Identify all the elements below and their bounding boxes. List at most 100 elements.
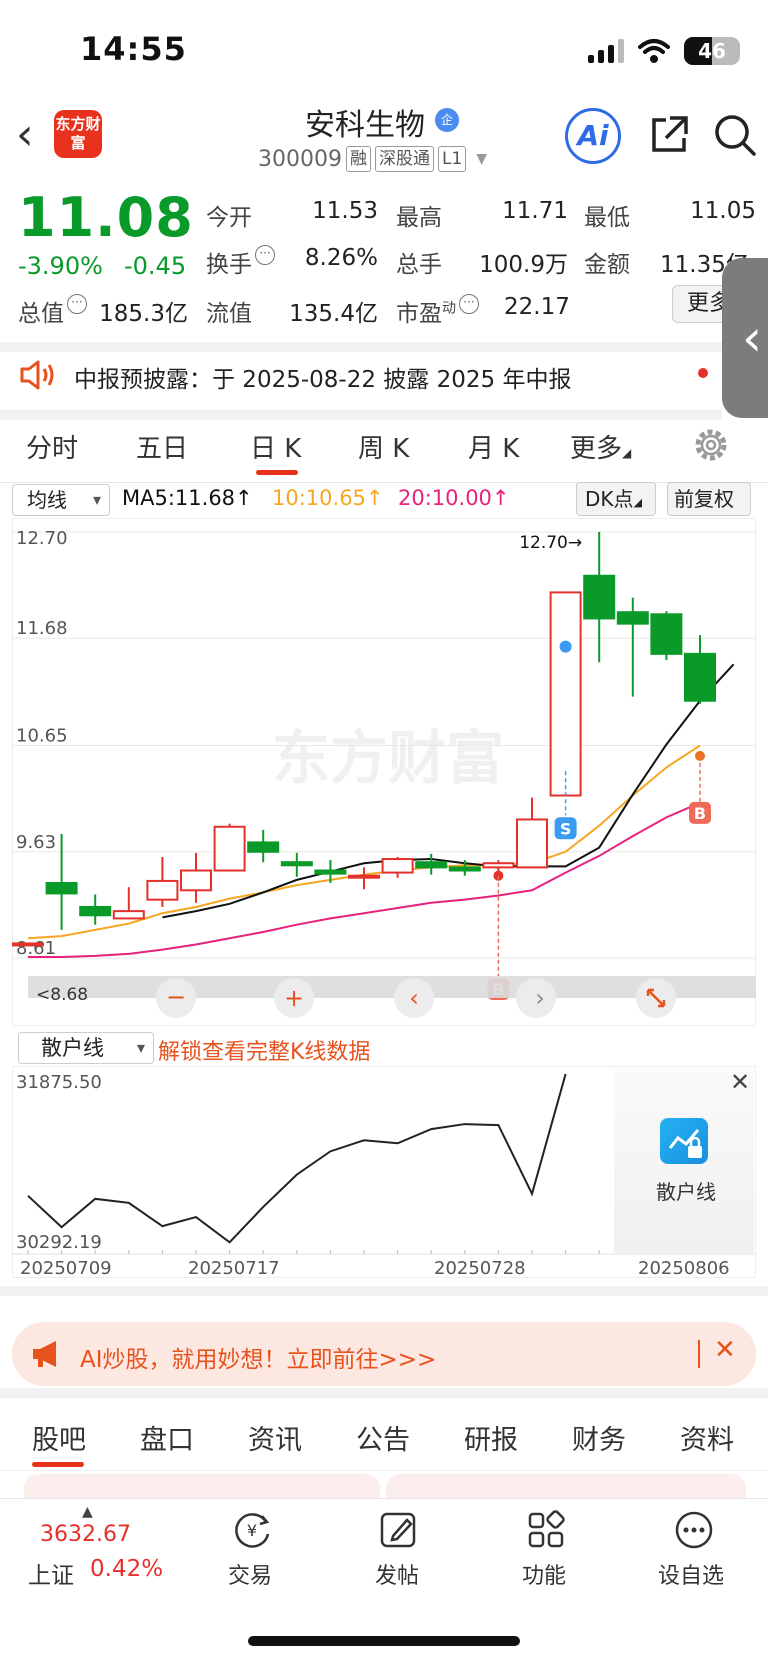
expand-icon[interactable] <box>636 978 676 1018</box>
nav-functions[interactable]: 功能 <box>522 1558 566 1590</box>
y-tick-label: 10.65 <box>16 726 68 747</box>
tab-profile[interactable]: 资料 <box>680 1418 734 1457</box>
more-dots-icon[interactable] <box>672 1508 716 1552</box>
stock-name: 安科生物 <box>305 108 425 143</box>
enterprise-badge: 企 <box>435 108 459 132</box>
candle-body <box>381 858 414 874</box>
tab-financials[interactable]: 财务 <box>572 1418 626 1457</box>
home-indicator <box>248 1636 520 1646</box>
candle-body <box>482 862 515 869</box>
candle-body <box>79 905 112 917</box>
svg-text:‹: ‹ <box>409 984 419 1012</box>
info-icon[interactable]: ··· <box>67 294 87 314</box>
back-icon[interactable]: ‹ <box>16 110 56 160</box>
candle-body <box>448 866 481 872</box>
high-label: 最高 <box>396 205 442 231</box>
nav-trade[interactable]: 交易 <box>228 1558 272 1590</box>
search-icon[interactable] <box>712 112 758 158</box>
nav-add-watchlist[interactable]: 设自选 <box>658 1558 724 1590</box>
tab-forum[interactable]: 股吧 <box>32 1418 86 1457</box>
scroll-left-button[interactable]: ‹ <box>394 978 434 1018</box>
candle-body <box>314 869 347 875</box>
candle-body <box>45 882 78 895</box>
compose-icon[interactable] <box>377 1508 421 1552</box>
low-label: 最低 <box>584 205 630 231</box>
corner-triangle-icon: ◢ <box>622 446 632 460</box>
tag-level: L1 <box>437 146 467 172</box>
low-value: 11.05 <box>690 198 756 224</box>
investor-line-select[interactable]: 散户线 <box>18 1032 154 1064</box>
float-label: 流值 <box>206 301 252 327</box>
tab-announcements[interactable]: 公告 <box>356 1418 410 1457</box>
tab-intraday[interactable]: 分时 <box>26 428 78 465</box>
divider <box>0 410 722 420</box>
x-tick-label: 20250709 <box>20 1258 112 1278</box>
tab-five-day[interactable]: 五日 <box>136 428 188 465</box>
wifi-icon <box>638 39 670 63</box>
y-tick-label: 30292.19 <box>16 1232 102 1253</box>
candle-body <box>213 825 246 872</box>
mktcap-value: 185.3亿 <box>99 301 188 327</box>
zoom-out-button[interactable]: − <box>156 978 196 1018</box>
indicator-select[interactable]: 均线 <box>12 484 110 516</box>
change-percent: -3.90% <box>18 252 103 280</box>
corner-triangle-icon: ◢ <box>633 496 642 509</box>
close-icon[interactable]: ✕ <box>730 1068 750 1096</box>
mktcap-label: 总值 ··· <box>18 294 87 328</box>
tab-monthly-k[interactable]: 月 K <box>468 428 519 465</box>
info-icon[interactable]: ··· <box>459 294 479 314</box>
zoom-in-button[interactable]: + <box>274 978 314 1018</box>
open-value: 11.53 <box>312 198 378 224</box>
lock-chart-icon[interactable] <box>660 1118 708 1164</box>
candle-body <box>650 613 683 655</box>
divider <box>0 1286 768 1296</box>
cellular-signal-icon <box>588 39 624 63</box>
tab-weekly-k[interactable]: 周 K <box>358 428 409 465</box>
tab-news[interactable]: 资讯 <box>248 1418 302 1457</box>
open-label: 今开 <box>206 205 252 231</box>
index-name[interactable]: 上证 <box>28 1556 74 1590</box>
index-change[interactable]: 0.42% <box>90 1556 163 1582</box>
tab-daily-k[interactable]: 日 K <box>250 428 301 465</box>
dk-point-button[interactable]: DK点◢ <box>576 482 656 516</box>
speaker-icon <box>20 360 54 390</box>
active-tab-indicator <box>256 470 298 475</box>
tab-research[interactable]: 研报 <box>464 1418 518 1457</box>
svg-text:¥: ¥ <box>247 1521 257 1540</box>
close-icon[interactable]: ✕ <box>714 1335 736 1365</box>
unlock-link[interactable]: 解锁查看完整K线数据 <box>158 1034 370 1066</box>
y-tick-label: 11.68 <box>16 618 68 639</box>
ma10-label: 10:10.65↑ <box>272 486 384 510</box>
pe-value: 22.17 <box>504 294 570 320</box>
divider <box>0 1388 768 1398</box>
x-tick-label: 20250717 <box>188 1258 280 1278</box>
info-icon[interactable]: ··· <box>255 245 275 265</box>
x-tick-label: 20250728 <box>434 1258 526 1278</box>
investor-line-label: 散户线 <box>656 1180 716 1204</box>
side-drawer-handle[interactable]: ‹ <box>722 258 768 418</box>
candlestick-chart[interactable]: 东方财富 12.7011.6810.659.638.61 12.70→ BSB … <box>12 518 756 1026</box>
candle-body <box>112 910 145 920</box>
index-value[interactable]: 3632.67 <box>40 1522 131 1547</box>
share-icon[interactable] <box>648 114 690 156</box>
scroll-right-button[interactable]: › <box>516 978 556 1018</box>
trade-icon[interactable]: ¥ <box>230 1508 274 1552</box>
gear-icon[interactable] <box>692 426 730 464</box>
apps-icon[interactable] <box>524 1508 568 1552</box>
separator <box>698 1340 700 1368</box>
notice-text[interactable]: 中报预披露：于 2025-08-22 披露 2025 年中报 <box>74 360 571 394</box>
turnover-label: 换手 ··· <box>206 245 275 279</box>
tab-more[interactable]: 更多◢ <box>570 428 631 465</box>
candle-body <box>348 874 380 879</box>
candle-body <box>516 818 548 869</box>
chart-watermark: 东方财富 <box>272 724 504 792</box>
ai-icon[interactable]: Ai <box>565 108 621 164</box>
nav-post[interactable]: 发帖 <box>375 1558 419 1590</box>
active-tab-indicator <box>32 1462 84 1467</box>
tab-order-book[interactable]: 盘口 <box>140 1418 194 1457</box>
battery-icon: 46 <box>684 37 740 65</box>
volume-value: 100.9万 <box>479 252 568 278</box>
ad-text[interactable]: AI炒股，就用妙想！立即前往>>> <box>80 1340 436 1374</box>
stock-code-row[interactable]: 300009 融 深股通 L1 ▼ <box>258 146 487 172</box>
adjustment-button[interactable]: 前复权 <box>667 482 751 516</box>
